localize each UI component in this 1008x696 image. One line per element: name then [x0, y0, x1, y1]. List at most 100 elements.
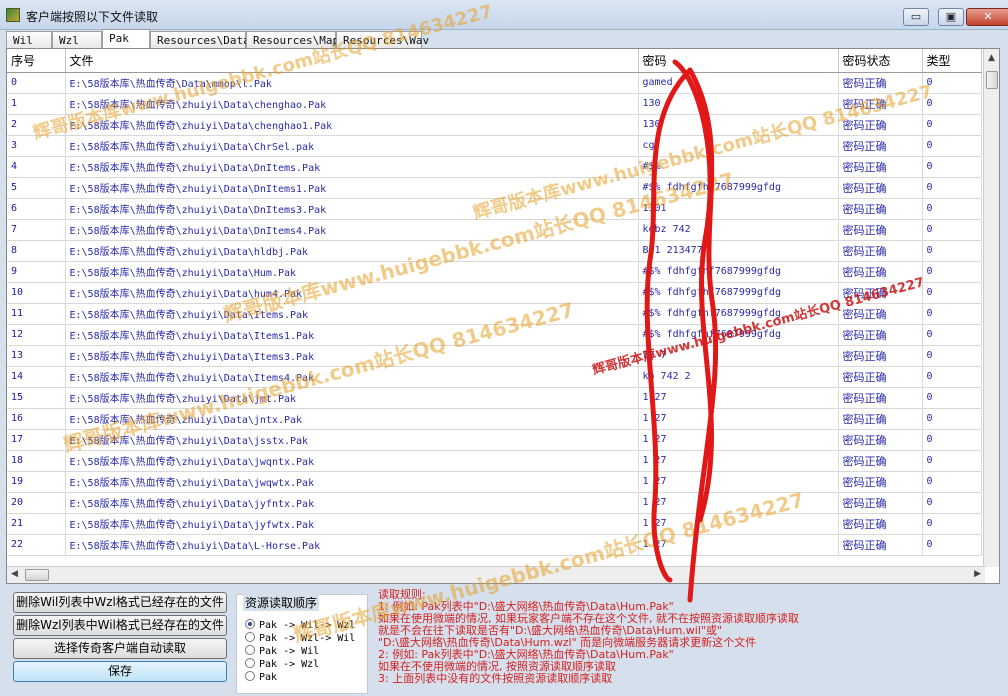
horizontal-scroll-thumb[interactable] — [25, 569, 49, 581]
scroll-right-arrow-icon[interactable]: ▶ — [974, 569, 981, 579]
vertical-scroll-thumb[interactable] — [986, 71, 998, 89]
table-row[interactable]: 2 E:\58版本库\热血传奇\zhuiyi\Data\chenghao1.Pak… — [7, 114, 982, 136]
cell-password: 1 27 — [638, 450, 839, 472]
tab-resources-wav[interactable]: Resources\Wav — [336, 31, 429, 48]
table-row[interactable]: 6 E:\58版本库\热血传奇\zhuiyi\Data\DnItems3.Pak 1… — [7, 198, 982, 220]
table-row[interactable]: 0 E:\58版本库\热血传奇\Data\mmop\l.Pak gamed 密码正确 0 — [7, 72, 982, 94]
column-header-index[interactable]: 序号 — [7, 49, 66, 73]
table-row[interactable]: 13 E:\58版本库\热血传奇\zhuiyi\Data\Items3.Pak 13… — [7, 345, 982, 367]
cell-password: Bi1 213477 — [638, 240, 839, 262]
table-row[interactable]: 21 E:\58版本库\热血传奇\zhuiyi\Data\jyfwtx.Pak 1 … — [7, 513, 982, 535]
cell-password: cgf — [638, 135, 839, 157]
title-bar: 客户端按照以下文件读取 ▭ ▣ ✕ — [0, 0, 1008, 30]
cell-file: E:\58版本库\热血传奇\zhuiyi\Data\DnItems3.Pak — [65, 198, 639, 220]
table-row[interactable]: 20 E:\58版本库\热血传奇\zhuiyi\Data\jyfntx.Pak 1 … — [7, 492, 982, 514]
cell-index: 6 — [7, 198, 66, 220]
order-option-pak-wil-wzl[interactable]: Pak -> Wil-> Wzl — [245, 619, 355, 632]
cell-index: 12 — [7, 324, 66, 346]
table-row[interactable]: 3 E:\58版本库\热血传奇\zhuiyi\Data\ChrSel.pak cgf… — [7, 135, 982, 157]
cell-index: 22 — [7, 534, 66, 556]
cell-type: 0 — [922, 198, 982, 220]
radio-icon[interactable] — [245, 632, 255, 642]
scroll-up-arrow-icon[interactable]: ▲ — [988, 53, 995, 63]
rules-line: 2: 例如: Pak列表中"D:\盛大网络\热血传奇\Data\Hum.Pak" — [378, 648, 674, 661]
radio-icon[interactable] — [245, 671, 255, 681]
tab-wzl[interactable]: Wzl — [52, 31, 102, 48]
tab-pak[interactable]: Pak — [102, 29, 150, 49]
cell-type: 0 — [922, 177, 982, 199]
cell-index: 19 — [7, 471, 66, 493]
close-button[interactable]: ✕ — [966, 8, 1008, 26]
cell-password-status: 密码正确 — [838, 471, 923, 493]
table-row[interactable]: 22 E:\58版本库\热血传奇\zhuiyi\Data\L-Horse.Pak 1… — [7, 534, 982, 556]
table-row[interactable]: 14 E:\58版本库\热血传奇\zhuiyi\Data\Items4.Pak ko… — [7, 366, 982, 388]
table-row[interactable]: 19 E:\58版本库\热血传奇\zhuiyi\Data\jwqwtx.Pak 1 … — [7, 471, 982, 493]
delete-wzl-duplicates-button[interactable]: 删除Wzl列表中Wil格式已经存在的文件 — [13, 615, 227, 636]
order-option-pak[interactable]: Pak — [245, 671, 277, 684]
table-row[interactable]: 8 E:\58版本库\热血传奇\zhuiyi\Data\hldbj.Pak Bi1 … — [7, 240, 982, 262]
cell-password-status: 密码正确 — [838, 93, 923, 115]
table-row[interactable]: 5 E:\58版本库\热血传奇\zhuiyi\Data\DnItems1.Pak #… — [7, 177, 982, 199]
rules-line: 就是不会在往下读取是否有"D:\盛大网络\热血传奇\Data\Hum.wil"或… — [378, 624, 723, 637]
cell-password-status: 密码正确 — [838, 198, 923, 220]
table-row[interactable]: 7 E:\58版本库\热血传奇\zhuiyi\Data\DnItems4.Pak k… — [7, 219, 982, 241]
table-row[interactable]: 12 E:\58版本库\热血传奇\zhuiyi\Data\Items1.Pak #$… — [7, 324, 982, 346]
table-row[interactable]: 15 E:\58版本库\热血传奇\zhuiyi\Data\jmt.Pak 1 27 密… — [7, 387, 982, 409]
auto-read-client-button[interactable]: 选择传奇客户端自动读取 — [13, 638, 227, 659]
table-row[interactable]: 10 E:\58版本库\热血传奇\zhuiyi\Data\hum4.Pak #$% … — [7, 282, 982, 304]
maximize-button[interactable]: ▣ — [938, 8, 964, 26]
app-icon — [6, 8, 20, 22]
table-row[interactable]: 18 E:\58版本库\热血传奇\zhuiyi\Data\jwqntx.Pak 1 … — [7, 450, 982, 472]
order-option-pak-wzl-wil[interactable]: Pak -> Wzl-> Wil — [245, 632, 355, 645]
radio-icon[interactable] — [245, 658, 255, 668]
cell-type: 0 — [922, 534, 982, 556]
cell-type: 0 — [922, 282, 982, 304]
cell-type: 0 — [922, 303, 982, 325]
cell-password: 1 27 — [638, 513, 839, 535]
cell-password: #$% fdhfgfhf7687999gfdg — [638, 303, 839, 325]
cell-type: 0 — [922, 345, 982, 367]
table-row[interactable]: 4 E:\58版本库\热血传奇\zhuiyi\Data\DnItems.Pak #$… — [7, 156, 982, 178]
save-button[interactable]: 保存 — [13, 661, 227, 682]
table-row[interactable]: 1 E:\58版本库\热血传奇\zhuiyi\Data\chenghao.Pak 1… — [7, 93, 982, 115]
column-header-password-status[interactable]: 密码状态 — [838, 49, 923, 73]
cell-password-status: 密码正确 — [838, 219, 923, 241]
cell-password: kobz 742 — [638, 219, 839, 241]
cell-password: #$% fdhfgfhf7687999gfdg — [638, 324, 839, 346]
column-header-file[interactable]: 文件 — [65, 49, 639, 73]
column-header-type[interactable]: 类型 — [922, 49, 982, 73]
cell-password: 1 27 — [638, 471, 839, 493]
cell-file: E:\58版本库\热血传奇\zhuiyi\Data\Items4.Pak — [65, 366, 639, 388]
cell-file: E:\58版本库\热血传奇\zhuiyi\Data\jwqwtx.Pak — [65, 471, 639, 493]
radio-icon[interactable] — [245, 645, 255, 655]
cell-password: #$% fdhfgfhf7687999gfdg — [638, 177, 839, 199]
cell-index: 16 — [7, 408, 66, 430]
cell-type: 0 — [922, 156, 982, 178]
cell-file: E:\58版本库\热血传奇\zhuiyi\Data\jyfntx.Pak — [65, 492, 639, 514]
order-option-pak-wzl[interactable]: Pak -> Wzl — [245, 658, 319, 671]
rules-line: 如果在使用微端的情况, 如果玩家客户端不存在这个文件, 就不在按照资源读取顺序读… — [378, 612, 799, 625]
file-list-panel: 序号 文件 密码 密码状态 类型 0 E:\58版本库\热血传奇\Data\mmo… — [6, 48, 1000, 584]
tab-wil[interactable]: Wil — [6, 31, 52, 48]
horizontal-scrollbar[interactable]: ◀ ▶ — [7, 566, 985, 583]
cell-index: 0 — [7, 72, 66, 94]
read-rules: 读取规则: 1: 例如: Pak列表中"D:\盛大网络\热血传奇\Data\Hu… — [378, 586, 998, 696]
cell-password-status: 密码正确 — [838, 450, 923, 472]
vertical-scrollbar[interactable]: ▲ — [983, 49, 999, 567]
cell-password-status: 密码正确 — [838, 534, 923, 556]
scroll-left-arrow-icon[interactable]: ◀ — [11, 569, 18, 579]
column-header-password[interactable]: 密码 — [638, 49, 839, 73]
table-row[interactable]: 16 E:\58版本库\热血传奇\zhuiyi\Data\jntx.Pak 1 27… — [7, 408, 982, 430]
resource-order-title: 资源读取顺序 — [243, 594, 320, 611]
order-option-pak-wil[interactable]: Pak -> Wil — [245, 645, 319, 658]
delete-wil-duplicates-button[interactable]: 删除Wil列表中Wzl格式已经存在的文件 — [13, 592, 227, 613]
table-row[interactable]: 9 E:\58版本库\热血传奇\zhuiyi\Data\Hum.Pak #$% fd… — [7, 261, 982, 283]
cell-index: 14 — [7, 366, 66, 388]
table-row[interactable]: 17 E:\58版本库\热血传奇\zhuiyi\Data\jsstx.Pak 1 2… — [7, 429, 982, 451]
cell-type: 0 — [922, 240, 982, 262]
minimize-button[interactable]: ▭ — [903, 8, 929, 26]
tab-resources-map[interactable]: Resources\Map — [246, 31, 339, 48]
table-row[interactable]: 11 E:\58版本库\热血传奇\zhuiyi\Data\Items.Pak #$%… — [7, 303, 982, 325]
tab-resources-data[interactable]: Resources\Data — [150, 31, 250, 48]
radio-selected-icon[interactable] — [245, 619, 255, 629]
